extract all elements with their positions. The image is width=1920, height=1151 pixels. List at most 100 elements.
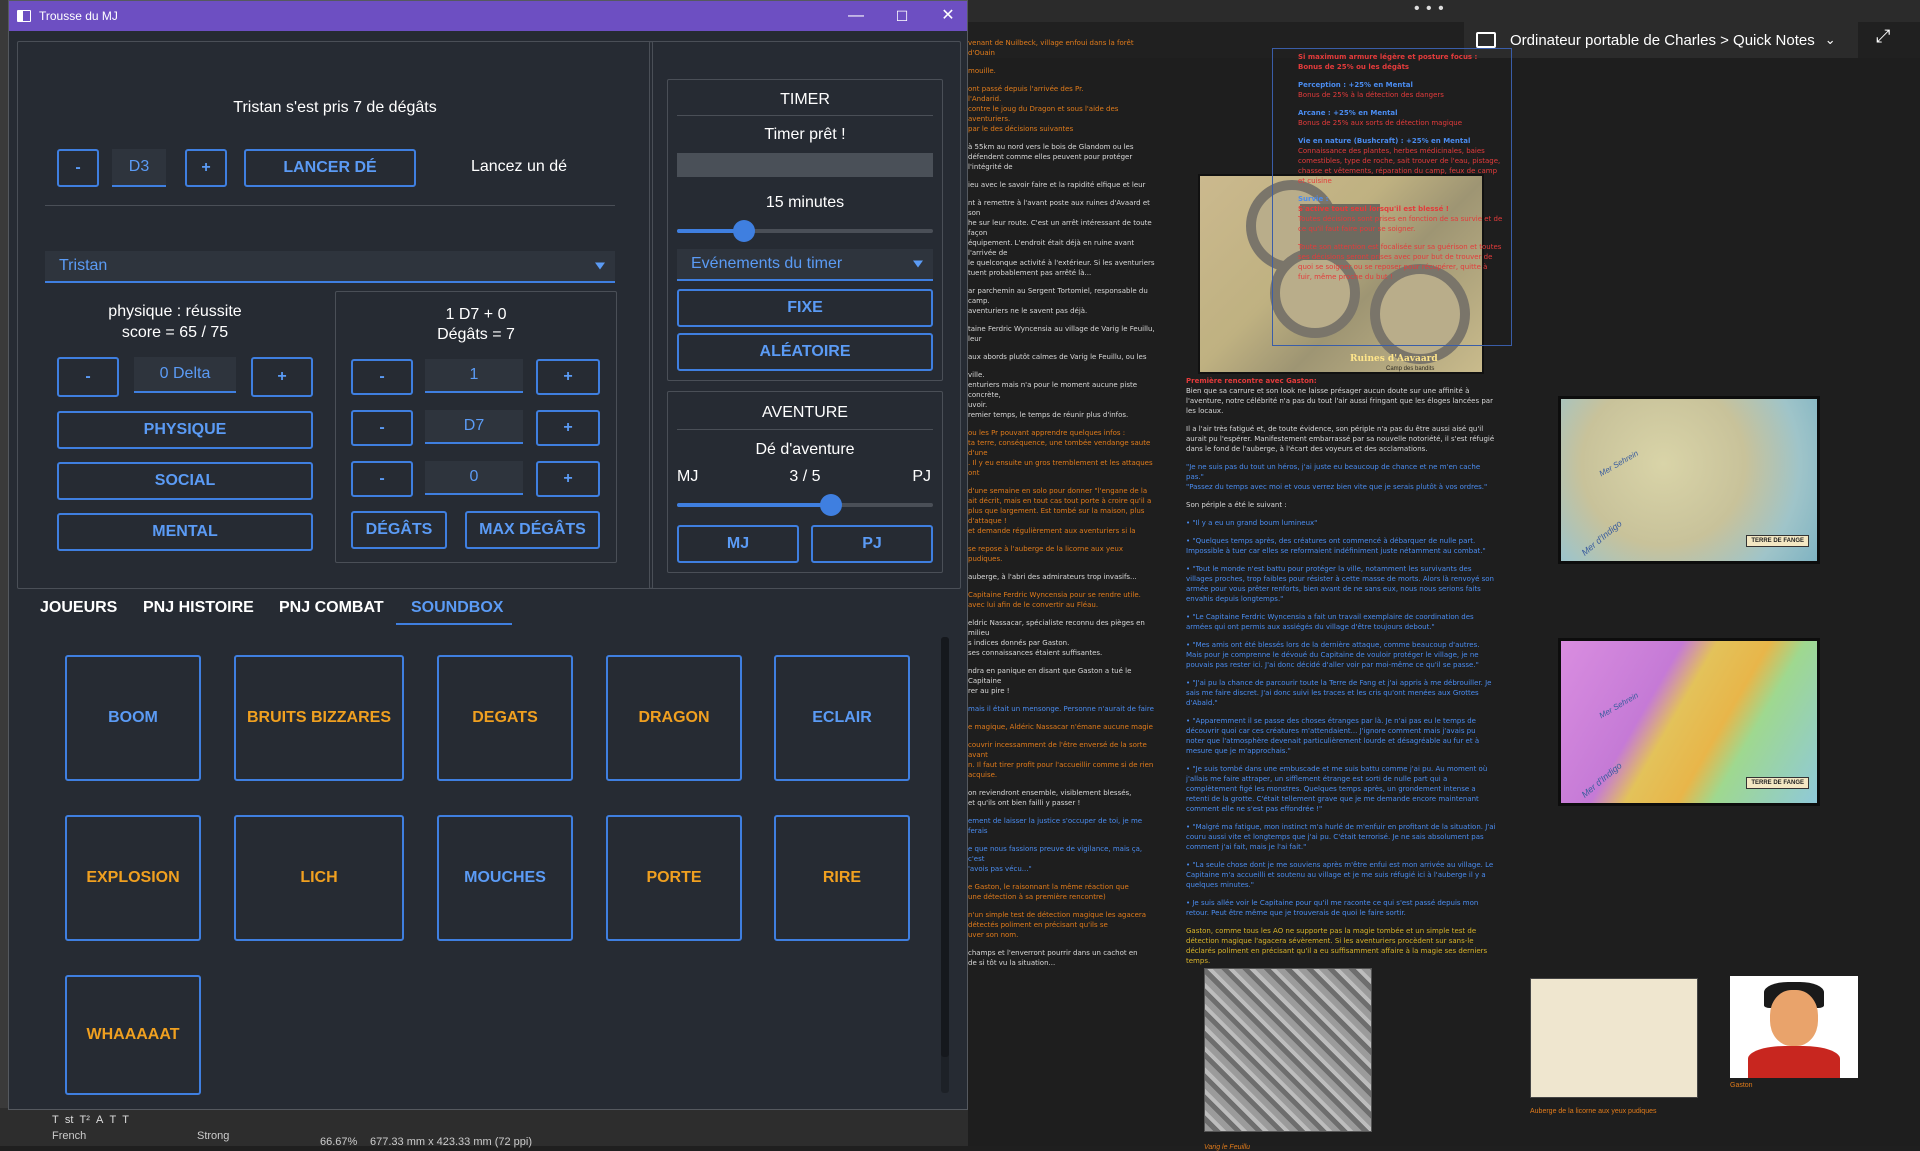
physique-button[interactable]: PHYSIQUE bbox=[57, 411, 313, 449]
rules-arcane: Arcane : +25% en Mental bbox=[1298, 109, 1398, 117]
sound-button-bruits-bizzares[interactable]: BRUITS BIZZARES bbox=[234, 655, 404, 781]
degats-button[interactable]: DÉGÂTS bbox=[351, 511, 447, 549]
title-bar[interactable]: Trousse du MJ — ☐ ✕ bbox=[9, 1, 967, 31]
adventure-slider-fill bbox=[677, 503, 831, 507]
notes-page: venant de Nuilbeck, village enfoui dans … bbox=[968, 39, 1920, 1151]
sound-button-explosion[interactable]: EXPLOSION bbox=[65, 815, 201, 941]
timer-events-select[interactable]: Evénements du timer bbox=[677, 249, 933, 281]
sound-button-lich[interactable]: LICH bbox=[234, 815, 404, 941]
adventure-slider-thumb[interactable] bbox=[820, 494, 842, 516]
scrollbar-thumb[interactable] bbox=[941, 637, 949, 1057]
check-score: score = 65 / 75 bbox=[121, 324, 229, 341]
rules-perception: Perception : +25% en Mental bbox=[1298, 81, 1413, 89]
dropdown-arrow-icon bbox=[913, 260, 923, 268]
social-button[interactable]: SOCIAL bbox=[57, 462, 313, 500]
minimize-button[interactable]: — bbox=[833, 3, 879, 29]
bonus-plus-button[interactable]: + bbox=[536, 461, 600, 497]
portrait-shirt bbox=[1748, 1046, 1840, 1078]
bonus-field[interactable]: 0 bbox=[425, 461, 523, 495]
dropdown-arrow-icon bbox=[595, 262, 605, 270]
world-map-image: Mer Sehrein Mer d'Indigo TERRE DE FANGE bbox=[1558, 396, 1820, 564]
political-map-image: Mer Sehrein Mer d'Indigo TERRE DE FANGE bbox=[1558, 638, 1820, 806]
tab-soundbox[interactable]: SOUNDBOX bbox=[411, 599, 503, 617]
tab-pnj-combat[interactable]: PNJ COMBAT bbox=[279, 599, 384, 617]
roll-result: Lancez un dé bbox=[470, 158, 568, 175]
mental-button[interactable]: MENTAL bbox=[57, 513, 313, 551]
player-select-value: Tristan bbox=[59, 257, 108, 274]
dice-plus-button[interactable]: + bbox=[185, 149, 227, 187]
count-minus-button[interactable]: - bbox=[351, 359, 413, 395]
village-photo bbox=[1204, 968, 1372, 1132]
quote-line: "Passez du temps avec moi et vous verrez… bbox=[1186, 483, 1488, 491]
doc-column-left: venant de Nuilbeck, village enfoui dans … bbox=[968, 39, 1155, 967]
count-plus-button[interactable]: + bbox=[536, 359, 600, 395]
sound-button-dragon[interactable]: DRAGON bbox=[606, 655, 742, 781]
village-caption: Varig le Feuillu bbox=[1204, 1144, 1251, 1151]
timer-title: TIMER bbox=[780, 91, 830, 108]
rules-survie: Survie : bbox=[1298, 195, 1329, 203]
fixe-button[interactable]: FIXE bbox=[677, 289, 933, 327]
second-paragraph: Il a l'air très fatigué et, de toute évi… bbox=[1186, 425, 1495, 453]
soundbox-scrollbar[interactable] bbox=[941, 637, 949, 1093]
sound-button-porte[interactable]: PORTE bbox=[606, 815, 742, 941]
damage-message: Tristan s'est pris 7 de dégâts bbox=[233, 99, 437, 116]
tab-joueurs[interactable]: JOUEURS bbox=[40, 599, 117, 617]
notebook-icon bbox=[1476, 32, 1496, 48]
more-options-icon[interactable]: • • • bbox=[1414, 0, 1445, 18]
max-degats-button[interactable]: MAX DÉGÂTS bbox=[465, 511, 600, 549]
rules-footer: Toute son attention est focalisée sur sa… bbox=[1298, 243, 1502, 281]
delta-minus-button[interactable]: - bbox=[57, 357, 119, 397]
language-select[interactable]: French bbox=[52, 1130, 86, 1142]
duration-slider-thumb[interactable] bbox=[733, 220, 755, 242]
die-plus-button[interactable]: + bbox=[536, 410, 600, 446]
sound-button-rire[interactable]: RIRE bbox=[774, 815, 910, 941]
dice-minus-button[interactable]: - bbox=[57, 149, 99, 187]
sound-button-whaaaaat[interactable]: WHAAAAAT bbox=[65, 975, 201, 1095]
expand-icon[interactable]: ⤢ bbox=[1876, 26, 1890, 47]
zoom-level: 66.67% bbox=[320, 1136, 358, 1148]
divider bbox=[677, 429, 933, 430]
section-heading: Première rencontre avec Gaston: bbox=[1186, 377, 1317, 385]
sound-button-degats[interactable]: DEGATS bbox=[437, 655, 573, 781]
sound-button-mouches[interactable]: MOUCHES bbox=[437, 815, 573, 941]
damage-formula: 1 D7 + 0 bbox=[445, 306, 507, 323]
delta-plus-button[interactable]: + bbox=[251, 357, 313, 397]
die-minus-button[interactable]: - bbox=[351, 410, 413, 446]
inn-caption: Auberge de la licorne aux yeux pudiques bbox=[1530, 1108, 1657, 1115]
divider bbox=[45, 205, 615, 206]
breadcrumb-text: Ordinateur portable de Charles > Quick N… bbox=[1510, 31, 1815, 49]
die-type-field[interactable]: D7 bbox=[425, 410, 523, 444]
castle-map-subtitle: Camp des bandits bbox=[1386, 366, 1435, 372]
timer-duration-label: 15 minutes bbox=[765, 194, 845, 211]
dice-type-field[interactable]: D3 bbox=[112, 149, 166, 187]
editor-toolbar-glyphs: T st T² A T T bbox=[52, 1114, 129, 1126]
adventure-title: AVENTURE bbox=[762, 404, 848, 421]
editor-status-bar: T st T² A T T French Strong 66.67% 677.3… bbox=[0, 1108, 968, 1148]
trousse-du-mj-window: Trousse du MJ — ☐ ✕ Tristan s'est pris 7… bbox=[8, 0, 968, 1110]
rules-vie: Vie en nature (Bushcraft) : +25% en Ment… bbox=[1298, 137, 1471, 145]
delta-field[interactable]: 0 Delta bbox=[134, 357, 236, 393]
bonus-minus-button[interactable]: - bbox=[351, 461, 413, 497]
check-result: physique : réussite bbox=[108, 303, 242, 320]
dice-count-field[interactable]: 1 bbox=[425, 359, 523, 393]
intro-paragraph: Bien que sa carrure et son look ne laiss… bbox=[1186, 387, 1493, 415]
canvas-dimensions: 677.33 mm x 423.33 mm (72 ppi) bbox=[370, 1136, 533, 1148]
close-button[interactable]: ✕ bbox=[925, 3, 971, 29]
font-strength-select[interactable]: Strong bbox=[197, 1130, 229, 1142]
notes-topbar: • • • bbox=[968, 0, 1920, 22]
roll-dice-button[interactable]: LANCER DÉ bbox=[244, 149, 416, 187]
rules-text: Si maximum armure légère et posture focu… bbox=[1298, 53, 1503, 281]
chevron-down-icon[interactable]: ⌄ bbox=[1825, 32, 1836, 48]
adventure-mj-button[interactable]: MJ bbox=[677, 525, 799, 563]
sound-button-boom[interactable]: BOOM bbox=[65, 655, 201, 781]
timer-progress-bar bbox=[677, 153, 933, 177]
notes-breadcrumb[interactable]: Ordinateur portable de Charles > Quick N… bbox=[1464, 22, 1858, 58]
maximize-button[interactable]: ☐ bbox=[879, 3, 925, 29]
active-tab-indicator bbox=[396, 623, 512, 625]
aleatoire-button[interactable]: ALÉATOIRE bbox=[677, 333, 933, 371]
player-select[interactable]: Tristan bbox=[45, 251, 615, 283]
adventure-pj-button[interactable]: PJ bbox=[811, 525, 933, 563]
journey-heading: Son périple a été le suivant : bbox=[1186, 501, 1287, 509]
sound-button-eclair[interactable]: ECLAIR bbox=[774, 655, 910, 781]
tab-pnj-histoire[interactable]: PNJ HISTOIRE bbox=[143, 599, 254, 617]
